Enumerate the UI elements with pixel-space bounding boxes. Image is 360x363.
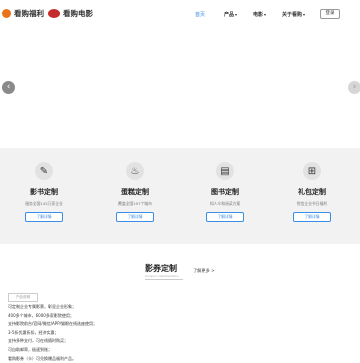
product-intro-label: 产品说明 xyxy=(8,293,38,302)
gift-icon: ⊞ xyxy=(303,162,321,180)
section-subtitle: Coupon customization xyxy=(145,274,179,278)
services-section: ✎ 影书定制 服务全国145万家企业 了解详情 ♨ 蛋糕定制 覆盖全国197个城… xyxy=(0,148,360,244)
service-desc: 服务全国145万家企业 xyxy=(25,201,63,206)
product-description: 可定制企业专属影票，彰显企业形象； 400多个城市，6000多家影院使用； 支持… xyxy=(8,303,97,363)
nav-home[interactable]: 首页 xyxy=(195,11,205,18)
learn-more-button[interactable]: 了解详情 xyxy=(116,212,154,222)
service-card-book: ▤ 图书定制 知人众和阅读方案 了解详情 xyxy=(190,162,260,222)
learn-more-button[interactable]: 了解详情 xyxy=(293,212,331,222)
chevron-right-icon[interactable]: › xyxy=(348,81,360,94)
description-line: 支持多种支付，可在线随时购买； xyxy=(8,338,68,344)
description-line: 400多个城市，6000多家影院使用； xyxy=(8,312,74,318)
description-line: 看购影券（卡）可兑换爆品福利产品。 xyxy=(8,355,76,361)
brand-movie-text: 看购电影 xyxy=(63,9,93,18)
ticket-icon: ✎ xyxy=(35,162,53,180)
service-card-gift: ⊞ 礼包定制 悦信企业节日福利 了解详情 xyxy=(277,162,347,222)
nav-products-label: 产品 xyxy=(224,12,235,18)
section-divider xyxy=(145,279,183,280)
service-title: 礼包定制 xyxy=(298,188,326,196)
brand-fuli-text: 看购福利 xyxy=(14,9,44,18)
brand-movie[interactable]: 看购电影 xyxy=(48,8,93,19)
nav-products[interactable]: 产品▾ xyxy=(224,11,237,18)
login-button[interactable]: 登录 xyxy=(320,9,340,19)
learn-more-link[interactable]: 了解更多 > xyxy=(193,268,215,274)
description-line: 支持影院前台/官网/微信/APP/猫眼在线选座使用； xyxy=(8,321,97,327)
nav-about[interactable]: 关于看购▾ xyxy=(282,11,305,18)
learn-more-button[interactable]: 了解详情 xyxy=(206,212,244,222)
service-title: 蛋糕定制 xyxy=(121,188,149,196)
service-desc: 知人众和阅读方案 xyxy=(209,201,241,206)
description-line: 可定制企业专属影票，彰显企业形象； xyxy=(8,304,76,309)
orange-circle-logo-icon xyxy=(2,9,11,18)
caret-down-icon: ▾ xyxy=(303,12,306,17)
nav-movies-label: 电影 xyxy=(253,12,264,18)
nav-about-label: 关于看购 xyxy=(282,12,303,18)
caret-down-icon: ▾ xyxy=(264,12,267,17)
chevron-left-icon[interactable]: ‹ xyxy=(2,81,15,94)
red-eye-logo-icon xyxy=(48,9,60,18)
service-title: 图书定制 xyxy=(211,188,239,196)
section-title: 影券定制 xyxy=(145,264,177,273)
description-line: 3-5折优惠折扣，经济实惠； xyxy=(8,329,59,335)
banner-carousel: ‹ › xyxy=(0,28,360,148)
nav-movies[interactable]: 电影▾ xyxy=(253,11,266,18)
caret-down-icon: ▾ xyxy=(235,12,238,17)
service-desc: 覆盖全国197个城市 xyxy=(118,201,152,206)
learn-more-button[interactable]: 了解详情 xyxy=(25,212,63,222)
top-header: 看购福利 看购电影 首页 产品▾ 电影▾ 关于看购▾ 登录 xyxy=(0,0,360,28)
book-icon: ▤ xyxy=(216,162,234,180)
service-card-cake: ♨ 蛋糕定制 覆盖全国197个城市 了解详情 xyxy=(100,162,170,222)
description-line: 可自助邮寄，极速到账； xyxy=(8,346,52,352)
brand-fuli[interactable]: 看购福利 xyxy=(2,8,44,19)
service-desc: 悦信企业节日福利 xyxy=(296,201,328,206)
service-title: 影书定制 xyxy=(30,188,58,196)
service-card-movie: ✎ 影书定制 服务全国145万家企业 了解详情 xyxy=(9,162,79,222)
cake-icon: ♨ xyxy=(126,162,144,180)
